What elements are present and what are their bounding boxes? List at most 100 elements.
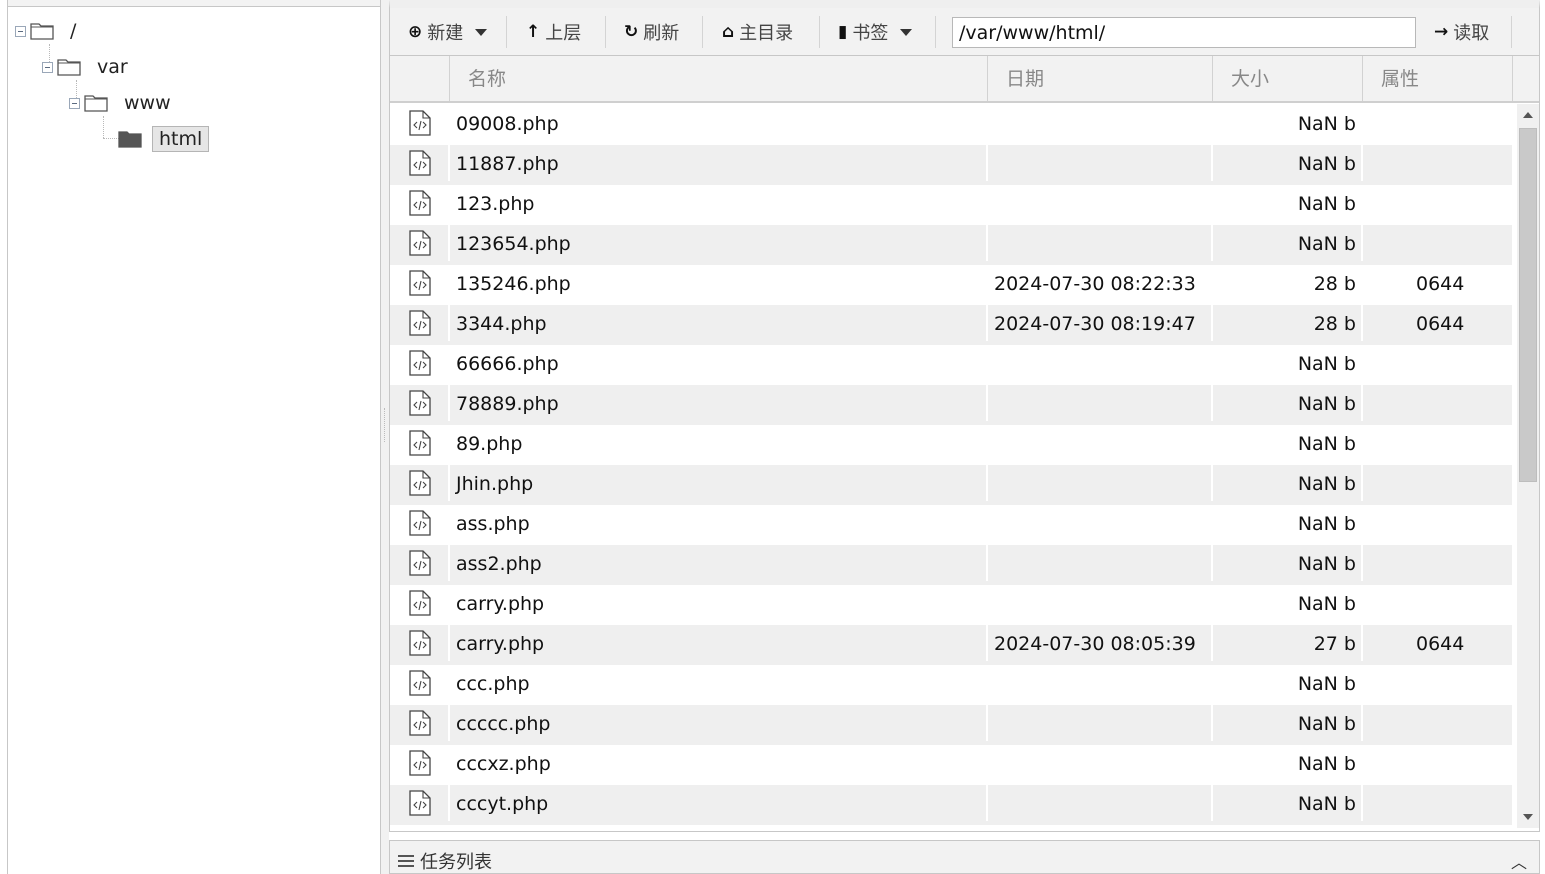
task-list-label: 任务列表 [420, 852, 492, 873]
file-row[interactable]: ass.php NaN b [390, 505, 1512, 545]
scroll-down-icon[interactable] [1523, 814, 1533, 820]
file-attr [1362, 465, 1512, 501]
file-row[interactable]: ccc.php NaN b [390, 665, 1512, 705]
file-name[interactable]: 123.php [456, 185, 976, 221]
folder-icon [84, 94, 108, 112]
file-row[interactable]: ccccc.php NaN b [390, 705, 1512, 745]
file-name[interactable]: cccxz.php [456, 745, 976, 781]
scroll-up-icon[interactable] [1523, 112, 1533, 118]
bookmark-button[interactable]: ▮ 书签 [838, 16, 913, 48]
collapse-toggle-icon[interactable] [15, 25, 26, 37]
file-date [994, 705, 1204, 741]
file-row[interactable]: cccxz.php NaN b [390, 745, 1512, 785]
header-icon-column [390, 56, 450, 101]
file-row[interactable]: 3344.php 2024-07-30 08:19:47 28 b 0644 [390, 305, 1512, 345]
refresh-button[interactable]: ↻ 刷新 [624, 16, 679, 48]
file-name[interactable]: 78889.php [456, 385, 976, 421]
panel-splitter[interactable] [381, 0, 389, 874]
splitter-grip[interactable] [384, 408, 386, 442]
file-row[interactable]: Jhin.php NaN b [390, 465, 1512, 505]
tree-node-var[interactable]: var [42, 54, 134, 80]
file-name[interactable]: ass2.php [456, 545, 976, 581]
php-file-icon [390, 185, 450, 221]
tree-label-var[interactable]: var [91, 55, 134, 79]
file-row[interactable]: 66666.php NaN b [390, 345, 1512, 385]
file-row[interactable]: ass2.php NaN b [390, 545, 1512, 585]
php-file-icon [390, 385, 450, 421]
file-row[interactable]: 78889.php NaN b [390, 385, 1512, 425]
file-row[interactable]: 123.php NaN b [390, 185, 1512, 225]
file-name[interactable]: ass.php [456, 505, 976, 541]
tree-node-root[interactable]: / [15, 18, 82, 44]
column-divider [986, 145, 988, 181]
file-date [994, 585, 1204, 621]
path-input[interactable] [952, 17, 1416, 48]
home-icon: ⌂ [722, 22, 735, 42]
task-list-header[interactable]: 任务列表 [398, 848, 492, 874]
file-date: 2024-07-30 08:19:47 [994, 313, 1196, 335]
php-file-icon [390, 345, 450, 381]
file-name[interactable]: Jhin.php [456, 465, 976, 501]
php-file-icon [390, 705, 450, 741]
file-date [994, 225, 1204, 261]
file-size: 27 b [1313, 633, 1356, 655]
file-date [994, 545, 1204, 581]
task-list-bar[interactable]: 任务列表 ︿ [389, 840, 1540, 874]
file-row[interactable]: carry.php 2024-07-30 08:05:39 27 b 0644 [390, 625, 1512, 665]
file-row[interactable]: 123654.php NaN b [390, 225, 1512, 265]
scrollbar-thumb[interactable] [1519, 128, 1537, 482]
file-name[interactable]: 89.php [456, 425, 976, 461]
read-button[interactable]: → 读取 [1434, 16, 1489, 48]
file-attr [1362, 345, 1512, 381]
arrow-right-icon: → [1434, 22, 1449, 42]
php-file-icon [390, 225, 450, 261]
file-attr [1362, 385, 1512, 421]
file-date: 2024-07-30 08:22:33 [994, 273, 1196, 295]
file-name[interactable]: ccc.php [456, 665, 976, 701]
file-name[interactable]: 3344.php [456, 305, 976, 341]
tree-node-html[interactable]: html [118, 126, 210, 152]
file-date [994, 145, 1204, 181]
file-size: 28 b [1313, 273, 1356, 295]
file-row[interactable]: 89.php NaN b [390, 425, 1512, 465]
file-row[interactable]: 135246.php 2024-07-30 08:22:33 28 b 0644 [390, 265, 1512, 305]
file-name[interactable]: carry.php [456, 625, 976, 661]
file-name[interactable]: cccyt.php [456, 785, 976, 821]
collapse-toggle-icon[interactable] [42, 61, 53, 73]
file-row[interactable]: 11887.php NaN b [390, 145, 1512, 185]
header-name[interactable]: 名称 [450, 56, 988, 101]
column-divider [448, 745, 450, 781]
file-attr [1362, 145, 1512, 181]
file-name[interactable]: ccccc.php [456, 705, 976, 741]
column-divider [986, 425, 988, 461]
chevron-up-icon[interactable]: ︿ [1511, 849, 1527, 873]
new-button[interactable]: ⊕ 新建 [408, 16, 488, 48]
file-row[interactable]: 09008.php NaN b [390, 105, 1512, 145]
tree-label-root[interactable]: / [64, 19, 82, 43]
file-name[interactable]: 11887.php [456, 145, 976, 181]
file-name[interactable]: 135246.php [456, 265, 976, 301]
tree-label-html[interactable]: html [152, 126, 210, 152]
tree-label-www[interactable]: www [118, 91, 177, 115]
file-name[interactable]: 66666.php [456, 345, 976, 381]
column-divider [986, 745, 988, 781]
home-button[interactable]: ⌂ 主目录 [722, 16, 793, 48]
file-row[interactable]: cccyt.php NaN b [390, 785, 1512, 825]
bookmark-icon: ▮ [838, 22, 848, 42]
column-divider [448, 425, 450, 461]
arrow-up-icon: ↑ [526, 22, 541, 42]
header-date[interactable]: 日期 [988, 56, 1213, 101]
file-row[interactable]: carry.php NaN b [390, 585, 1512, 625]
up-level-label: 上层 [545, 23, 582, 44]
header-attr[interactable]: 属性 [1363, 56, 1513, 101]
file-name[interactable]: carry.php [456, 585, 976, 621]
file-name[interactable]: 09008.php [456, 105, 976, 141]
file-size: 28 b [1313, 313, 1356, 335]
file-attr: 0644 [1416, 273, 1465, 295]
header-size[interactable]: 大小 [1213, 56, 1363, 101]
up-level-button[interactable]: ↑ 上层 [526, 16, 581, 48]
collapse-toggle-icon[interactable] [69, 97, 80, 109]
tree-node-www[interactable]: www [69, 90, 177, 116]
file-name[interactable]: 123654.php [456, 225, 976, 261]
vertical-scrollbar[interactable] [1517, 104, 1539, 828]
